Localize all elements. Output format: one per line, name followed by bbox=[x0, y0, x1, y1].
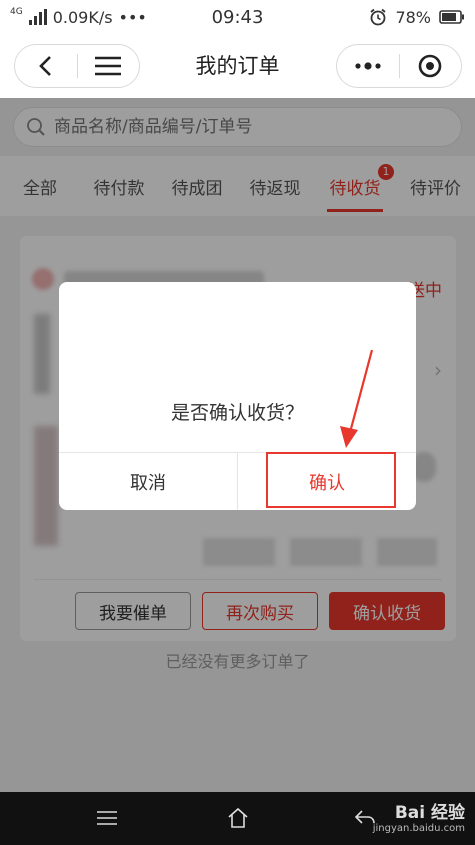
target-circle-icon bbox=[418, 54, 442, 78]
home-icon[interactable] bbox=[226, 806, 250, 830]
nav-left-capsule bbox=[14, 44, 140, 88]
back-arrow-icon bbox=[38, 56, 51, 76]
battery-level: 78% bbox=[395, 7, 431, 27]
more-dots-icon bbox=[355, 62, 381, 70]
back-button[interactable] bbox=[15, 45, 77, 87]
close-miniapp-button[interactable] bbox=[400, 45, 462, 87]
menu-icon[interactable] bbox=[96, 810, 118, 826]
watermark-url: jingyan.baidu.com bbox=[372, 823, 465, 834]
more-button[interactable] bbox=[337, 45, 399, 87]
menu-button[interactable] bbox=[78, 45, 140, 87]
annotation-highlight-box bbox=[266, 452, 396, 508]
baidu-watermark: Bai 经验 jingyan.baidu.com bbox=[373, 798, 465, 834]
hamburger-icon bbox=[95, 56, 122, 76]
system-navigation-bar: Bai 经验 jingyan.baidu.com bbox=[0, 792, 475, 845]
dialog-cancel-button[interactable]: 取消 bbox=[59, 453, 237, 510]
status-right: 78% bbox=[285, 8, 465, 27]
notification-dots: ••• bbox=[118, 7, 147, 27]
clock: 09:43 bbox=[211, 6, 264, 28]
battery-icon bbox=[439, 10, 464, 24]
dialog-message-text: 是否确认收货？ bbox=[170, 401, 304, 424]
navigation-bar: 我的订单 bbox=[0, 34, 475, 98]
nav-right-capsule bbox=[336, 44, 462, 88]
signal-icon bbox=[28, 9, 47, 25]
status-left: 4G 0.09K/s ••• bbox=[10, 6, 190, 27]
network-speed: 0.09K/s bbox=[52, 7, 113, 27]
network-type: 4G bbox=[10, 6, 23, 17]
status-bar: 4G 0.09K/s ••• 09:43 78% bbox=[0, 0, 475, 34]
alarm-icon bbox=[370, 8, 387, 26]
annotation-arrow-icon bbox=[340, 349, 374, 448]
watermark-title: Bai 经验 bbox=[394, 803, 465, 823]
